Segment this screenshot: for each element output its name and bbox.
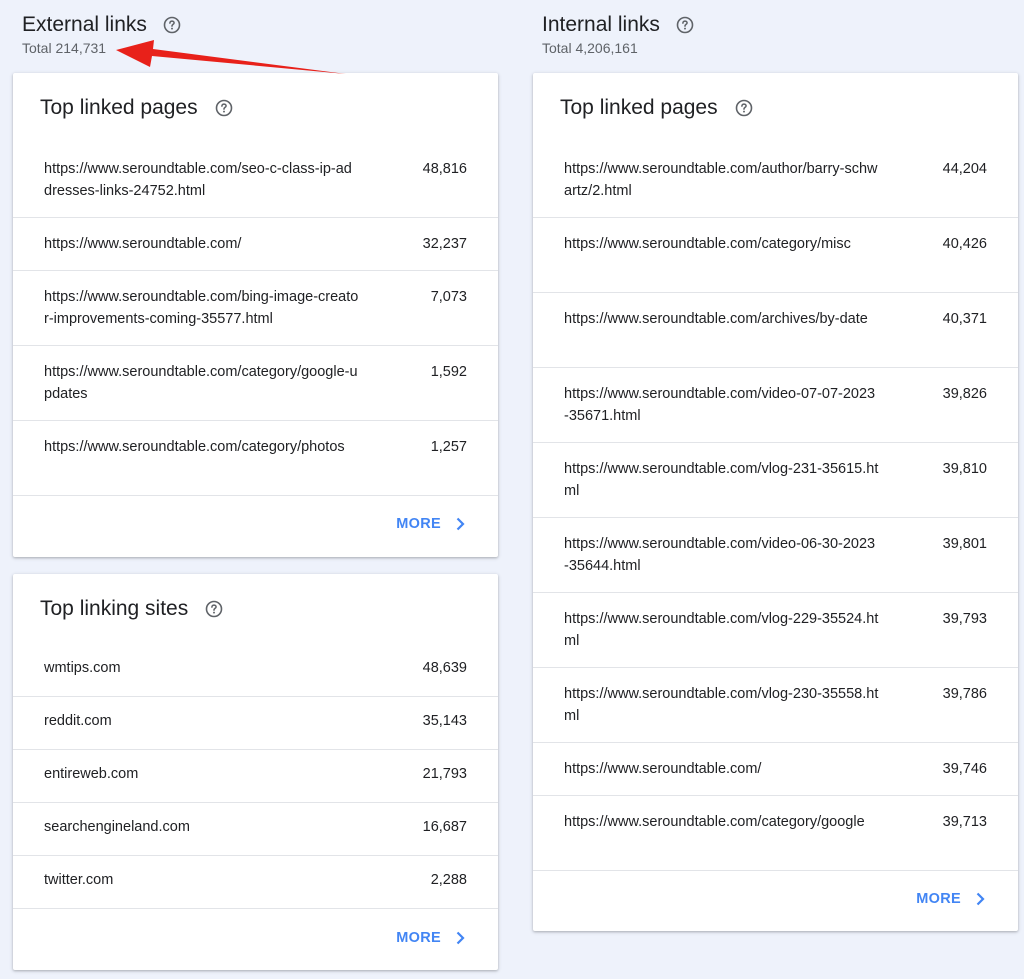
page-url: https://www.seroundtable.com/vlog-231-35… <box>564 461 879 499</box>
table-row[interactable]: https://www.seroundtable.com/category/go… <box>533 796 1018 871</box>
chevron-right-icon <box>455 931 465 945</box>
link-count: 48,816 <box>422 161 467 177</box>
table-row[interactable]: searchengineland.com 16,687 <box>13 803 498 856</box>
site-name: twitter.com <box>44 872 114 888</box>
linked-pages-list: https://www.seroundtable.com/seo-c-class… <box>13 143 498 496</box>
internal-links-title-row: Internal links <box>542 12 694 38</box>
linking-sites-list: wmtips.com 48,639 reddit.com 35,143 enti… <box>13 644 498 909</box>
page-url: https://www.seroundtable.com/category/ph… <box>44 439 345 455</box>
link-count: 44,204 <box>942 161 987 177</box>
page-url: https://www.seroundtable.com/archives/by… <box>564 311 868 327</box>
more-button[interactable]: MORE <box>916 891 985 907</box>
external-top-linked-pages-card: Top linked pages https://www.seroundtabl… <box>13 73 498 557</box>
table-row[interactable]: https://www.seroundtable.com/ 39,746 <box>533 743 1018 796</box>
site-name: reddit.com <box>44 713 112 729</box>
more-button[interactable]: MORE <box>396 516 465 532</box>
link-count: 40,371 <box>942 311 987 327</box>
help-circle-icon[interactable] <box>735 99 753 117</box>
help-circle-icon[interactable] <box>215 99 233 117</box>
link-count: 40,426 <box>942 236 987 252</box>
page-url: https://www.seroundtable.com/video-06-30… <box>564 536 876 574</box>
table-row[interactable]: wmtips.com 48,639 <box>13 644 498 697</box>
table-row[interactable]: https://www.seroundtable.com/category/go… <box>13 346 498 421</box>
site-name: entireweb.com <box>44 766 139 782</box>
link-count: 39,746 <box>942 761 987 777</box>
table-row[interactable]: https://www.seroundtable.com/ 32,237 <box>13 218 498 271</box>
link-count: 39,793 <box>942 611 987 627</box>
chevron-right-icon <box>975 892 985 906</box>
table-row[interactable]: https://www.seroundtable.com/vlog-229-35… <box>533 593 1018 668</box>
external-top-linking-sites-card: Top linking sites wmtips.com 48,639 redd… <box>13 574 498 970</box>
linked-pages-list: https://www.seroundtable.com/author/barr… <box>533 143 1018 871</box>
link-count: 39,826 <box>942 386 987 402</box>
table-row[interactable]: https://www.seroundtable.com/vlog-231-35… <box>533 443 1018 518</box>
internal-top-linked-pages-card: Top linked pages https://www.seroundtabl… <box>533 73 1018 931</box>
internal-links-total: Total 4,206,161 <box>542 40 638 56</box>
table-row[interactable]: https://www.seroundtable.com/archives/by… <box>533 293 1018 368</box>
external-links-title: External links <box>22 13 147 36</box>
table-row[interactable]: reddit.com 35,143 <box>13 697 498 750</box>
table-row[interactable]: https://www.seroundtable.com/category/mi… <box>533 218 1018 293</box>
page-url: https://www.seroundtable.com/bing-image-… <box>44 289 359 327</box>
internal-links-header: Internal links Total 4,206,161 <box>542 12 694 56</box>
card-title: Top linking sites <box>40 597 189 620</box>
site-name: wmtips.com <box>44 660 121 676</box>
page-url: https://www.seroundtable.com/category/go… <box>564 814 865 830</box>
card-title: Top linked pages <box>560 96 718 119</box>
link-count: 2,288 <box>430 872 467 888</box>
link-count: 48,639 <box>422 660 467 676</box>
page-url: https://www.seroundtable.com/video-07-07… <box>564 386 876 424</box>
table-row[interactable]: https://www.seroundtable.com/bing-image-… <box>13 271 498 346</box>
page-url: https://www.seroundtable.com/category/go… <box>44 364 358 402</box>
link-count: 21,793 <box>422 766 467 782</box>
table-row[interactable]: https://www.seroundtable.com/category/ph… <box>13 421 498 496</box>
table-row[interactable]: https://www.seroundtable.com/seo-c-class… <box>13 143 498 218</box>
help-circle-icon[interactable] <box>676 16 694 34</box>
help-circle-icon[interactable] <box>163 16 181 34</box>
more-button[interactable]: MORE <box>396 930 465 946</box>
table-row[interactable]: https://www.seroundtable.com/author/barr… <box>533 143 1018 218</box>
site-name: searchengineland.com <box>44 819 190 835</box>
card-title-row: Top linked pages <box>533 73 1018 143</box>
internal-links-title: Internal links <box>542 13 660 36</box>
link-count: 39,713 <box>942 814 987 830</box>
table-row[interactable]: twitter.com 2,288 <box>13 856 498 909</box>
link-count: 7,073 <box>430 289 467 305</box>
table-row[interactable]: entireweb.com 21,793 <box>13 750 498 803</box>
table-row[interactable]: https://www.seroundtable.com/video-06-30… <box>533 518 1018 593</box>
card-title-row: Top linking sites <box>13 574 498 644</box>
page-url: https://www.seroundtable.com/vlog-229-35… <box>564 611 879 649</box>
external-links-total: Total 214,731 <box>22 40 107 56</box>
page-url: https://www.seroundtable.com/ <box>564 761 762 777</box>
page-url: https://www.seroundtable.com/ <box>44 236 242 252</box>
table-row[interactable]: https://www.seroundtable.com/vlog-230-35… <box>533 668 1018 743</box>
link-count: 32,237 <box>422 236 467 252</box>
link-count: 1,257 <box>430 439 467 455</box>
card-title: Top linked pages <box>40 96 198 119</box>
external-links-title-row: External links <box>22 12 181 38</box>
link-count: 39,810 <box>942 461 987 477</box>
link-count: 16,687 <box>422 819 467 835</box>
table-row[interactable]: https://www.seroundtable.com/video-07-07… <box>533 368 1018 443</box>
page-url: https://www.seroundtable.com/vlog-230-35… <box>564 686 879 724</box>
more-label: MORE <box>396 930 441 946</box>
more-label: MORE <box>396 516 441 532</box>
help-circle-icon[interactable] <box>205 600 223 618</box>
external-links-header: External links Total 214,731 <box>22 12 181 56</box>
link-count: 1,592 <box>430 364 467 380</box>
more-label: MORE <box>916 891 961 907</box>
page-url: https://www.seroundtable.com/category/mi… <box>564 236 851 252</box>
chevron-right-icon <box>455 517 465 531</box>
page-url: https://www.seroundtable.com/seo-c-class… <box>44 161 352 199</box>
page-url: https://www.seroundtable.com/author/barr… <box>564 161 878 199</box>
link-count: 39,801 <box>942 536 987 552</box>
card-title-row: Top linked pages <box>13 73 498 143</box>
link-count: 39,786 <box>942 686 987 702</box>
link-count: 35,143 <box>422 713 467 729</box>
